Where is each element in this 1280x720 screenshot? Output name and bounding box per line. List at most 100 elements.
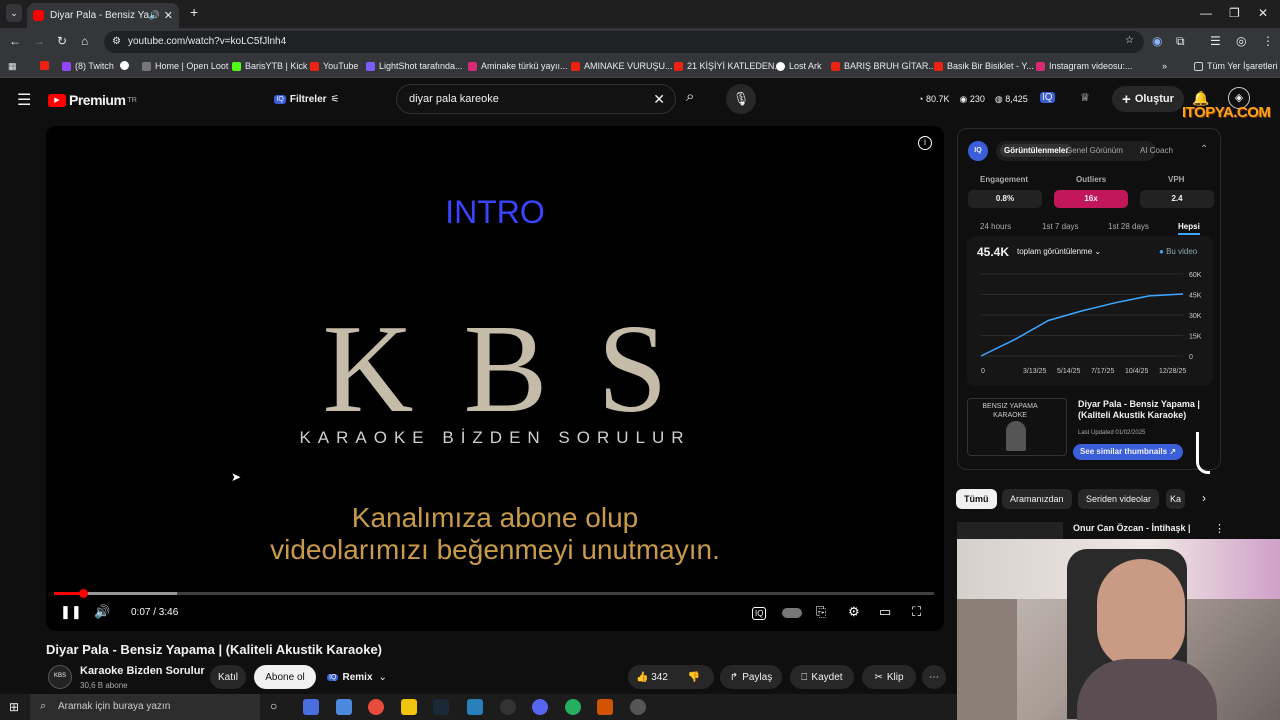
progress-bar[interactable] bbox=[54, 589, 934, 598]
create-button[interactable]: + Oluştur bbox=[1112, 86, 1184, 112]
tab-search-button[interactable]: ⌄ bbox=[6, 4, 22, 22]
share-button[interactable]: ↱ Paylaş bbox=[720, 665, 782, 689]
see-similar-thumbnails-button[interactable]: See similar thumbnails ↗ bbox=[1073, 444, 1183, 460]
bookmark-item[interactable]: BarisYTB | Kick bbox=[232, 61, 307, 71]
vidiq-filters-button[interactable]: IQ Filtreler ⚟ bbox=[270, 87, 344, 111]
theater-mode-icon[interactable]: ▭ bbox=[879, 604, 891, 620]
vidiq-toolbar-icon[interactable]: IQ bbox=[1040, 92, 1055, 103]
youtube-logo[interactable]: ▶ Premium TR bbox=[48, 92, 137, 108]
save-button[interactable]: ⎕ Kaydet bbox=[790, 665, 854, 689]
bookmark-item[interactable]: Lost Ark bbox=[776, 61, 822, 71]
maximize-button[interactable]: ❐ bbox=[1229, 6, 1240, 20]
chip-series-videos[interactable]: Seriden videolar bbox=[1078, 489, 1160, 509]
autoplay-toggle[interactable] bbox=[782, 608, 802, 618]
pause-icon[interactable]: ❚❚ bbox=[60, 604, 82, 620]
range-7d[interactable]: 1st 7 days bbox=[1042, 222, 1078, 231]
video-thumbnail[interactable]: BENSIZ YAPAMA KARAOKE bbox=[967, 398, 1067, 456]
minimize-button[interactable]: — bbox=[1200, 6, 1212, 20]
info-icon[interactable]: i bbox=[918, 136, 932, 150]
bookmark-item[interactable]: (8) Twitch bbox=[62, 61, 114, 71]
bookmark-item[interactable]: YouTube bbox=[310, 61, 358, 71]
recommended-title[interactable]: Onur Can Özcan - İntihaşk | bbox=[1073, 523, 1191, 533]
vidiq-player-icon[interactable]: IQ bbox=[752, 607, 767, 620]
volume-icon[interactable]: 🔊 bbox=[94, 604, 110, 620]
apps-grid-icon[interactable]: ▦ bbox=[8, 61, 17, 72]
discord-icon[interactable] bbox=[532, 699, 548, 715]
bookmark-item[interactable]: Basik Bir Bisiklet - Y... bbox=[934, 61, 1034, 71]
taskbar-app-icon[interactable] bbox=[467, 699, 483, 715]
more-bookmarks-icon[interactable]: » bbox=[1162, 61, 1167, 71]
tab-ai-coach[interactable]: AI Coach bbox=[1140, 146, 1173, 155]
settings-gear-icon[interactable]: ⚙ bbox=[848, 604, 860, 620]
video-player[interactable]: INTRO i KBS KARAOKE BİZDEN SORULUR Kanal… bbox=[46, 126, 944, 631]
chip-more[interactable]: Ka bbox=[1166, 489, 1186, 509]
extensions-puzzle-icon[interactable]: ⧉ bbox=[1176, 34, 1185, 49]
profile-icon[interactable]: ◎ bbox=[1236, 34, 1246, 48]
bookmark-item[interactable]: BARIŞ BRUH GİTAR... bbox=[831, 61, 936, 71]
all-bookmarks[interactable]: Tüm Yer İşaretleri bbox=[1194, 61, 1278, 71]
chrome-taskbar-icon[interactable] bbox=[368, 699, 384, 715]
file-explorer-icon[interactable] bbox=[401, 699, 417, 715]
bookmark-item[interactable]: Instagram videosu:... bbox=[1036, 61, 1133, 71]
more-actions-button[interactable]: ⋯ bbox=[922, 665, 946, 689]
trophy-icon[interactable]: ♕ bbox=[1080, 91, 1090, 104]
bookmark-item[interactable]: Aminake türkü yayıı... bbox=[468, 61, 568, 71]
chevron-right-icon[interactable]: › bbox=[1202, 491, 1206, 505]
back-icon[interactable]: ← bbox=[9, 34, 21, 48]
voice-search-icon[interactable]: 🎙 bbox=[726, 84, 756, 114]
taskbar-search-input[interactable]: ⌕ Aramak için buraya yazın bbox=[30, 694, 260, 720]
chrome-active-icon[interactable] bbox=[565, 699, 581, 715]
recommended-thumbnail[interactable] bbox=[957, 522, 1063, 540]
channel-name[interactable]: Karaoke Bizden Sorulur bbox=[80, 665, 205, 677]
taskbar-app-icon[interactable] bbox=[336, 699, 352, 715]
menu-dots-icon[interactable]: ⋮ bbox=[1262, 34, 1274, 48]
channel-avatar[interactable]: KBS bbox=[48, 665, 72, 689]
scrubber-handle[interactable] bbox=[79, 589, 89, 598]
bookmark-youtube-icon[interactable] bbox=[40, 61, 53, 70]
subtitles-icon[interactable]: ⎘ bbox=[816, 604, 826, 620]
remix-button[interactable]: IQ Remix ⌄ bbox=[322, 665, 392, 689]
site-info-icon[interactable]: ⚙ bbox=[112, 36, 121, 47]
taskbar-app-icon[interactable] bbox=[630, 699, 646, 715]
range-28d[interactable]: 1st 28 days bbox=[1108, 222, 1149, 231]
forward-icon[interactable]: → bbox=[33, 34, 45, 48]
clear-search-icon[interactable]: ✕ bbox=[653, 91, 665, 108]
taskbar-app-icon[interactable] bbox=[597, 699, 613, 715]
dislike-button[interactable]: 👎 bbox=[688, 672, 700, 683]
obs-icon[interactable] bbox=[500, 699, 516, 715]
range-all[interactable]: Hepsi bbox=[1178, 222, 1200, 235]
chip-from-search[interactable]: Aramanızdan bbox=[1002, 489, 1072, 509]
bookmark-star-icon[interactable]: ☆ bbox=[1125, 35, 1134, 46]
browser-tab-active[interactable]: Diyar Pala - Bensiz Yapama 🔊 ✕ bbox=[27, 3, 179, 28]
windows-start-icon[interactable]: ⊞ bbox=[9, 700, 19, 714]
speaker-icon[interactable]: 🔊 bbox=[149, 10, 160, 21]
bookmark-item[interactable]: LightShot tarafında... bbox=[366, 61, 463, 71]
subscribe-button[interactable]: Abone ol bbox=[254, 665, 316, 689]
new-tab-button[interactable]: + bbox=[190, 4, 198, 20]
tab-overview[interactable]: Genel Görünüm bbox=[1066, 146, 1123, 155]
close-window-button[interactable]: ✕ bbox=[1258, 6, 1268, 20]
taskbar-app-icon[interactable] bbox=[303, 699, 319, 715]
chip-all[interactable]: Tümü bbox=[956, 489, 997, 509]
reading-list-icon[interactable]: ☰ bbox=[1210, 34, 1221, 48]
extension-icon[interactable]: ◉ bbox=[1152, 34, 1162, 48]
like-button[interactable]: 👍 342 bbox=[636, 672, 668, 683]
collapse-chevron-icon[interactable]: ⌃ bbox=[1200, 144, 1208, 155]
bookmark-item[interactable]: AMINAKE VURUŞU... bbox=[571, 61, 673, 71]
clip-button[interactable]: ✂ Klip bbox=[862, 665, 916, 689]
task-view-icon[interactable]: ○ bbox=[270, 699, 277, 713]
more-options-icon[interactable]: ⋮ bbox=[1214, 522, 1225, 535]
fullscreen-icon[interactable]: ⛶ bbox=[912, 604, 921, 620]
hamburger-menu-icon[interactable]: ☰ bbox=[17, 90, 31, 110]
close-tab-icon[interactable]: ✕ bbox=[164, 9, 173, 22]
search-icon[interactable]: ⌕ bbox=[686, 88, 694, 105]
steam-icon[interactable] bbox=[433, 699, 449, 715]
bookmark-item[interactable]: Home | Open Loot bbox=[142, 61, 228, 71]
bookmark-google-icon[interactable] bbox=[120, 61, 133, 70]
bookmark-item[interactable]: 21 KİŞİYİ KATLEDEN... bbox=[674, 61, 782, 71]
join-button[interactable]: Katıl bbox=[210, 665, 246, 689]
reload-icon[interactable]: ↻ bbox=[57, 34, 67, 48]
search-input[interactable]: diyar pala kareoke ✕ bbox=[396, 84, 676, 114]
address-bar[interactable]: ⚙ youtube.com/watch?v=koLC5fJlnh4 ☆ bbox=[104, 31, 1144, 53]
range-24h[interactable]: 24 hours bbox=[980, 222, 1011, 231]
